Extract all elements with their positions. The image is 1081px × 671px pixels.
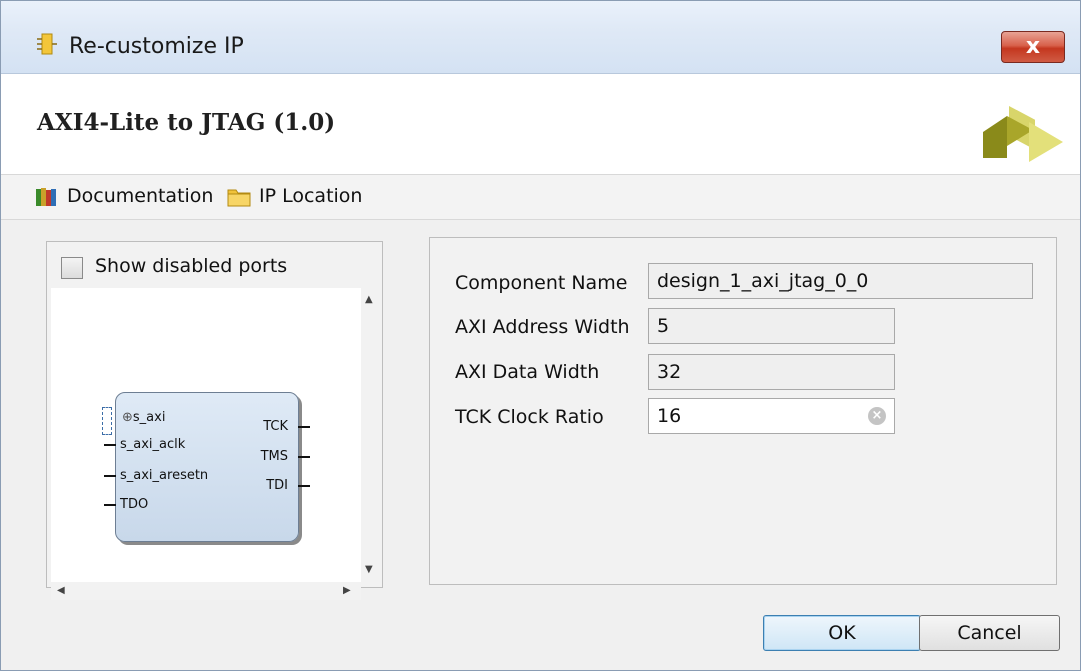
ip-location-label: IP Location xyxy=(259,185,363,207)
ip-title: AXI4-Lite to JTAG (1.0) xyxy=(37,109,336,136)
address-width-field: 5 xyxy=(648,308,895,344)
port-tms: TMS xyxy=(260,449,288,464)
data-width-field: 32 xyxy=(648,354,895,390)
component-name-label: Component Name xyxy=(455,272,628,294)
pin-s-axi-aresetn xyxy=(104,475,116,477)
tck-clock-ratio-label: TCK Clock Ratio xyxy=(455,406,604,428)
ip-block-symbol: ⊕s_axi s_axi_aclk s_axi_aresetn TDO TCK … xyxy=(102,392,310,542)
port-tdo: TDO xyxy=(120,497,149,512)
documentation-label: Documentation xyxy=(67,185,214,207)
ok-button[interactable]: OK xyxy=(763,615,921,651)
books-icon xyxy=(36,188,56,206)
parameters-panel: Component Name design_1_axi_jtag_0_0 AXI… xyxy=(429,237,1057,585)
pin-tdi xyxy=(298,485,310,487)
toolbar: Documentation IP Location xyxy=(1,174,1080,220)
data-width-label: AXI Data Width xyxy=(455,361,600,383)
vivado-logo-icon xyxy=(983,105,1063,162)
scroll-right-icon[interactable]: ▶ xyxy=(343,585,351,596)
window-title: Re-customize IP xyxy=(69,34,244,59)
clear-icon[interactable]: × xyxy=(868,407,886,425)
s-axi-bus-pin[interactable] xyxy=(102,407,112,435)
horizontal-scrollbar[interactable]: ◀ ▶ xyxy=(51,582,361,600)
dialog-header: AXI4-Lite to JTAG (1.0) xyxy=(1,74,1080,174)
recustomize-ip-dialog: Re-customize IP x AXI4-Lite to JTAG (1.0… xyxy=(0,0,1081,671)
pin-tdo xyxy=(104,504,116,506)
port-tdi: TDI xyxy=(266,478,288,493)
scroll-left-icon[interactable]: ◀ xyxy=(57,585,65,596)
scroll-down-icon[interactable]: ▼ xyxy=(365,564,373,575)
pin-tms xyxy=(298,456,310,458)
show-disabled-ports-label[interactable]: Show disabled ports xyxy=(95,255,287,277)
close-icon: x xyxy=(1025,34,1041,59)
cancel-button[interactable]: Cancel xyxy=(919,615,1060,651)
folder-icon xyxy=(227,189,251,207)
component-name-field[interactable]: design_1_axi_jtag_0_0 xyxy=(648,263,1033,299)
port-s-axi-aresetn: s_axi_aresetn xyxy=(120,468,209,483)
port-tck: TCK xyxy=(263,419,288,434)
tck-clock-ratio-input[interactable]: 16 × xyxy=(648,398,895,434)
vertical-scrollbar[interactable]: ▲ ▼ xyxy=(361,288,379,582)
ip-icon xyxy=(37,33,57,55)
symbol-canvas: ⊕s_axi s_axi_aclk s_axi_aresetn TDO TCK … xyxy=(51,288,361,582)
bus-plus-icon: ⊕ xyxy=(122,410,133,425)
scroll-up-icon[interactable]: ▲ xyxy=(365,294,373,305)
port-s-axi: ⊕s_axi xyxy=(122,410,166,425)
show-disabled-ports-checkbox[interactable] xyxy=(61,257,83,279)
pin-tck xyxy=(298,426,310,428)
port-s-axi-aclk: s_axi_aclk xyxy=(120,437,186,452)
title-bar[interactable]: Re-customize IP x xyxy=(1,1,1080,74)
ip-symbol-panel: Show disabled ports ⊕s_axi s_axi_aclk s_… xyxy=(46,241,383,600)
pin-s-axi-aclk xyxy=(104,444,116,446)
close-button[interactable]: x xyxy=(1001,31,1065,63)
address-width-label: AXI Address Width xyxy=(455,316,630,338)
